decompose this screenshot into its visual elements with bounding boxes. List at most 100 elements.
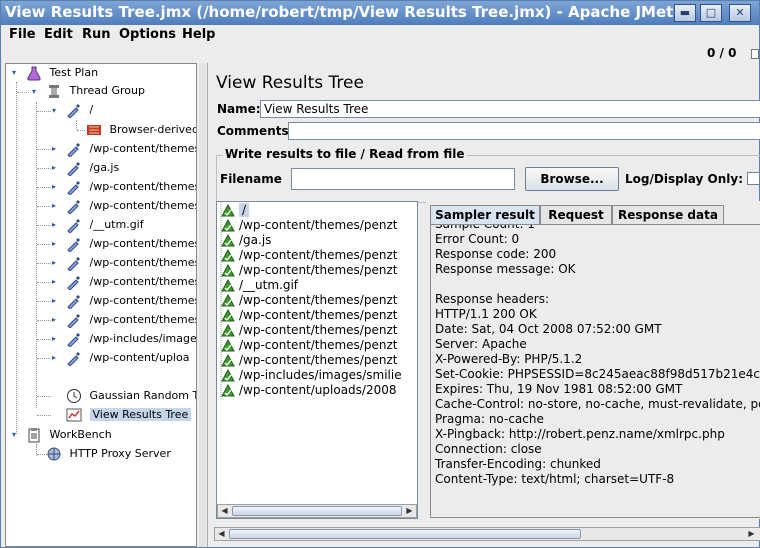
menu-file[interactable]: File: [9, 27, 36, 42]
result-label: /wp-content/themes/penzt: [239, 353, 398, 367]
tree-label: Thread Group: [69, 84, 145, 97]
result-row[interactable]: /wp-content/themes/penzt: [221, 323, 397, 338]
tree-node-sampler[interactable]: /wp-content/themes: [66, 273, 196, 291]
tab-response-data[interactable]: Response data: [612, 205, 724, 224]
result-label: /wp-content/themes/penzt: [239, 248, 398, 262]
expand-handle[interactable]: ▸: [52, 297, 59, 305]
menu-options[interactable]: Options: [119, 27, 176, 42]
result-row[interactable]: /wp-content/themes/penzt: [221, 263, 397, 278]
tree-node-sampler[interactable]: /wp-content/themes: [66, 292, 197, 310]
menu-run[interactable]: Run: [82, 27, 111, 42]
result-row[interactable]: /ga.js: [221, 233, 271, 248]
expand-handle[interactable]: ▸: [52, 145, 59, 153]
result-row[interactable]: /wp-content/themes/penzt: [221, 218, 397, 233]
scroll-left-icon[interactable]: ◀: [215, 528, 228, 540]
panel-hscroll[interactable]: ◀ ▶: [214, 527, 760, 541]
tree-node-sampler[interactable]: /wp-content/themes: [66, 140, 196, 158]
tree-label: /__utm.gif: [89, 218, 144, 231]
file-group: Write results to file / Read from file F…: [216, 147, 760, 203]
success-icon: [221, 339, 235, 352]
result-label: /wp-content/uploads/2008: [239, 383, 397, 397]
result-line: Response code: 200: [435, 247, 557, 261]
result-row[interactable]: /wp-content/themes/penzt: [221, 308, 397, 323]
result-row[interactable]: /wp-content/themes/penzt: [221, 248, 397, 263]
comments-field[interactable]: [288, 122, 760, 140]
file-group-legend: Write results to file / Read from file: [223, 147, 467, 161]
expand-handle[interactable]: ▸: [52, 221, 59, 229]
test-plan-tree[interactable]: ▾ Test Plan ▾ Thread Group ▾ / Browser-d…: [5, 63, 197, 547]
result-row[interactable]: /wp-content/themes/penzt: [221, 338, 397, 353]
tree-node-sampler[interactable]: /wp-content/themes: [66, 311, 196, 329]
result-line: Response headers:: [435, 292, 550, 306]
title-bar[interactable]: View Results Tree.jmx (/home/robert/tmp/…: [1, 1, 759, 25]
tree-node-proxy[interactable]: HTTP Proxy Server: [46, 445, 171, 463]
name-field[interactable]: View Results Tree: [260, 100, 760, 118]
tree-node-sampler[interactable]: /wp-includes/image: [66, 330, 196, 348]
tree-node-workbench[interactable]: WorkBench: [26, 426, 112, 444]
success-icon: [221, 249, 235, 262]
maximize-button[interactable]: □: [700, 4, 722, 22]
expand-handle[interactable]: ▸: [52, 278, 59, 286]
collapse-handle[interactable]: ▾: [12, 431, 19, 439]
minimize-button[interactable]: ▬: [674, 4, 696, 22]
sample-result-list[interactable]: / /wp-content/themes/penzt /ga.js /wp-co…: [216, 201, 418, 519]
filename-input[interactable]: [291, 168, 515, 190]
result-list-hscroll[interactable]: ◀ ▶: [217, 504, 417, 518]
tree-node-sampler[interactable]: /wp-content/themes: [66, 197, 196, 215]
success-icon: [221, 264, 235, 277]
tree-node-sampler[interactable]: /wp-content/themes: [66, 235, 196, 253]
scroll-left-icon[interactable]: ◀: [218, 505, 231, 517]
tree-node-sampler[interactable]: /: [66, 101, 93, 119]
log-display-checkbox[interactable]: [747, 172, 760, 185]
menu-help[interactable]: Help: [182, 27, 215, 42]
tree-node-sampler[interactable]: /wp-content/themes: [66, 254, 196, 272]
collapse-handle[interactable]: ▾: [32, 88, 39, 96]
result-row[interactable]: /wp-content/themes/penzt: [221, 293, 397, 308]
tree-node-sampler[interactable]: /wp-content/themes: [66, 178, 196, 196]
success-icon: [221, 234, 235, 247]
collapse-handle[interactable]: ▾: [52, 107, 59, 115]
tree-node-sampler[interactable]: /ga.js: [66, 159, 119, 177]
tree-node-sampler[interactable]: /wp-content/uploa: [66, 349, 189, 367]
result-row[interactable]: /wp-includes/images/smilie: [221, 368, 402, 383]
expand-handle[interactable]: ▸: [52, 240, 59, 248]
tab-request[interactable]: Request: [540, 205, 612, 224]
tree-node-sampler[interactable]: /__utm.gif: [66, 216, 144, 234]
tree-node-header-manager[interactable]: Browser-derived: [86, 121, 196, 139]
sampler-result-text[interactable]: Sample Count: 1 Error Count: 0 Response …: [430, 224, 760, 518]
flask-icon: [27, 66, 41, 81]
expand-handle[interactable]: ▸: [52, 354, 59, 362]
expand-handle[interactable]: ▸: [52, 335, 59, 343]
result-line: HTTP/1.1 200 OK: [435, 307, 537, 321]
scroll-right-icon[interactable]: ▶: [745, 528, 758, 540]
browse-button[interactable]: Browse...: [525, 167, 619, 191]
success-icon: [221, 219, 235, 232]
scroll-thumb[interactable]: [232, 506, 402, 516]
result-row[interactable]: /wp-content/themes/penzt: [221, 353, 397, 368]
pipette-icon: [67, 104, 80, 118]
close-button[interactable]: ✕: [729, 4, 751, 22]
result-row[interactable]: /wp-content/uploads/2008: [221, 383, 397, 398]
tab-sampler-result[interactable]: Sampler result: [430, 205, 540, 225]
scroll-thumb[interactable]: [229, 529, 581, 539]
tree-node-timer[interactable]: Gaussian Random T: [66, 387, 196, 405]
expand-handle[interactable]: ▸: [52, 164, 59, 172]
tree-node-thread-group[interactable]: Thread Group: [46, 82, 145, 100]
result-row[interactable]: /: [221, 203, 250, 218]
menu-edit[interactable]: Edit: [44, 27, 73, 42]
result-line: Connection: close: [435, 442, 542, 456]
expand-handle[interactable]: ▸: [52, 183, 59, 191]
result-line: Sample Count: 1: [435, 224, 535, 231]
collapse-handle[interactable]: ▾: [12, 69, 19, 77]
tree-label: /wp-content/themes: [89, 294, 197, 307]
result-label: /wp-content/themes/penzt: [239, 263, 398, 277]
expand-handle[interactable]: ▸: [52, 316, 59, 324]
tree-node-view-results-tree[interactable]: View Results Tree: [66, 406, 192, 424]
expand-handle[interactable]: ▸: [52, 202, 59, 210]
result-row[interactable]: /__utm.gif: [221, 278, 298, 293]
tree-node-test-plan[interactable]: Test Plan: [26, 64, 98, 82]
success-icon: [221, 324, 235, 337]
split-pane-divider[interactable]: [199, 63, 205, 547]
expand-handle[interactable]: ▸: [52, 259, 59, 267]
scroll-right-icon[interactable]: ▶: [403, 505, 416, 517]
